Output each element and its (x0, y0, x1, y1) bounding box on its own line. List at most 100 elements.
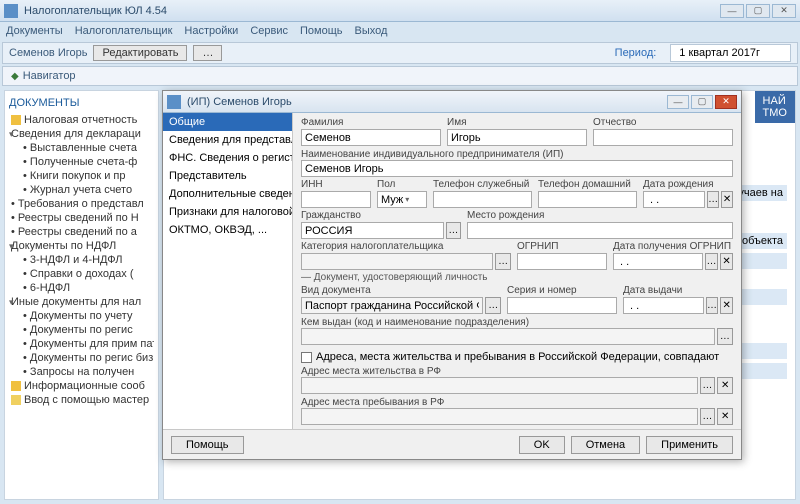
issue-date-clear[interactable]: ✕ (720, 297, 733, 314)
tree-item[interactable]: • 3-НДФЛ и 4-НДФЛ (9, 253, 154, 267)
nav-additional[interactable]: Дополнительные сведения (163, 185, 292, 203)
dialog-icon (167, 95, 181, 109)
dialog-close-button[interactable]: ✕ (715, 95, 737, 109)
tree-item[interactable]: • Выставленные счета (9, 141, 154, 155)
tree-item[interactable]: • Книги покупок и пр (9, 169, 154, 183)
issued-by-lookup[interactable]: … (717, 328, 733, 345)
ogrnip-label: ОГРНИП (517, 241, 607, 252)
maximize-button[interactable]: ▢ (746, 4, 770, 18)
menu-help[interactable]: Помощь (300, 25, 343, 37)
sex-label: Пол (377, 179, 427, 190)
patronymic-input[interactable] (593, 129, 733, 146)
main-titlebar: Налогоплательщик ЮЛ 4.54 — ▢ ✕ (0, 0, 800, 22)
ogrnip-date-picker[interactable]: … (705, 253, 718, 270)
category-input[interactable] (301, 253, 493, 270)
nav-general[interactable]: Общие (163, 113, 292, 131)
issue-date-label: Дата выдачи (623, 285, 733, 296)
ip-name-input[interactable] (301, 160, 733, 177)
nav-representative[interactable]: Представитель (163, 167, 292, 185)
sidebar-heading: ДОКУМЕНТЫ (9, 97, 154, 109)
issue-date-input[interactable] (623, 297, 704, 314)
sex-select[interactable]: Муж▾ (377, 191, 427, 208)
tree-item[interactable]: Налоговая отчетность (9, 113, 154, 127)
ogrnip-date-input[interactable] (613, 253, 703, 270)
surname-input[interactable] (301, 129, 441, 146)
citizenship-lookup-button[interactable]: … (446, 222, 461, 239)
collapse-icon[interactable]: ▾ (9, 297, 14, 308)
help-button[interactable]: Помощь (171, 436, 244, 454)
live-address-label: Адрес места пребывания в РФ (301, 397, 444, 408)
nav-tax-flags[interactable]: Признаки для налоговой (163, 203, 292, 221)
nav-oktmo[interactable]: ОКТМО, ОКВЭД, ... (163, 221, 292, 239)
category-lookup-button[interactable]: … (495, 253, 511, 270)
nav-submit-info[interactable]: Сведения для представл (163, 131, 292, 149)
minimize-button[interactable]: — (720, 4, 744, 18)
collapse-icon[interactable]: ▾ (9, 241, 14, 252)
menu-service[interactable]: Сервис (250, 25, 288, 37)
ogrnip-input[interactable] (517, 253, 607, 270)
menu-documents[interactable]: Документы (6, 25, 63, 37)
addresses-same-checkbox[interactable] (301, 352, 312, 363)
tree-item[interactable]: Ввод с помощью мастер (9, 393, 154, 407)
menu-settings[interactable]: Настройки (184, 25, 238, 37)
menu-taxpayer[interactable]: Налогоплательщик (75, 25, 173, 37)
citizenship-input[interactable] (301, 222, 444, 239)
live-address-lookup[interactable]: … (700, 408, 716, 425)
live-address-input[interactable] (301, 408, 698, 425)
issued-by-input[interactable] (301, 328, 715, 345)
firstname-input[interactable] (447, 129, 587, 146)
navigator-bar[interactable]: ◆ Навигатор (2, 66, 798, 86)
doc-type-lookup[interactable]: … (485, 297, 501, 314)
issue-date-picker[interactable]: … (706, 297, 719, 314)
tree-item[interactable]: ▾Документы по НДФЛ (9, 239, 154, 253)
tree-item[interactable]: • Документы по учету (9, 309, 154, 323)
tree-item[interactable]: • Полученные счета-ф (9, 155, 154, 169)
birthplace-input[interactable] (467, 222, 733, 239)
doc-type-input[interactable] (301, 297, 483, 314)
menubar: Документы Налогоплательщик Настройки Сер… (0, 22, 800, 40)
tree-item[interactable]: • Документы для прим патентной системы (9, 337, 154, 351)
tree-item[interactable]: ▾Сведения для деклараци (9, 127, 154, 141)
tree-item[interactable]: • Реестры сведений по Н (9, 211, 154, 225)
tree-item[interactable]: • Документы по регис бизнеса (9, 351, 154, 365)
tree-item[interactable]: • Реестры сведений по а (9, 225, 154, 239)
reg-address-input[interactable] (301, 377, 698, 394)
cancel-button[interactable]: Отмена (571, 436, 640, 454)
dob-input[interactable] (643, 191, 705, 208)
menu-exit[interactable]: Выход (355, 25, 388, 37)
close-button[interactable]: ✕ (772, 4, 796, 18)
reg-address-lookup[interactable]: … (700, 377, 716, 394)
ogrnip-date-clear[interactable]: ✕ (720, 253, 733, 270)
period-selector[interactable]: 1 квартал 2017г (670, 44, 791, 62)
home-phone-input[interactable] (538, 191, 637, 208)
ok-button[interactable]: OK (519, 436, 565, 454)
more-button[interactable]: … (193, 45, 222, 61)
tree-item[interactable]: • Требования о представл (9, 197, 154, 211)
live-address-clear[interactable]: ✕ (717, 408, 733, 425)
dialog-minimize-button[interactable]: — (667, 95, 689, 109)
tree-item[interactable]: ▾Иные документы для нал (9, 295, 154, 309)
work-phone-label: Телефон служебный (433, 179, 532, 190)
edit-button[interactable]: Редактировать (93, 45, 187, 61)
category-label: Категория налогоплательщика (301, 241, 511, 252)
work-phone-input[interactable] (433, 191, 532, 208)
nav-fns[interactable]: ФНС. Сведения о регистра (163, 149, 292, 167)
apply-button[interactable]: Применить (646, 436, 733, 454)
dialog-nav: Общие Сведения для представл ФНС. Сведен… (163, 113, 293, 429)
ogrnip-date-label: Дата получения ОГРНИП (613, 241, 733, 252)
collapse-icon[interactable]: ▾ (9, 129, 14, 140)
tree-item[interactable]: • Документы по регис (9, 323, 154, 337)
dob-picker-button[interactable]: … (707, 191, 719, 208)
inn-input[interactable] (301, 191, 371, 208)
reg-address-clear[interactable]: ✕ (717, 377, 733, 394)
tree-item[interactable]: • 6-НДФЛ (9, 281, 154, 295)
tree-item[interactable]: Информационные сооб (9, 379, 154, 393)
tree-item[interactable]: • Запросы на получен (9, 365, 154, 379)
dob-clear-button[interactable]: ✕ (721, 191, 733, 208)
tree-item[interactable]: • Справки о доходах ( (9, 267, 154, 281)
serial-input[interactable] (507, 297, 617, 314)
tree-item[interactable]: • Журнал учета счето (9, 183, 154, 197)
addresses-same-row[interactable]: Адреса, места жительства и пребывания в … (301, 351, 733, 363)
dialog-maximize-button[interactable]: ▢ (691, 95, 713, 109)
taxpayer-dialog: (ИП) Семенов Игорь — ▢ ✕ Общие Сведения … (162, 90, 742, 460)
